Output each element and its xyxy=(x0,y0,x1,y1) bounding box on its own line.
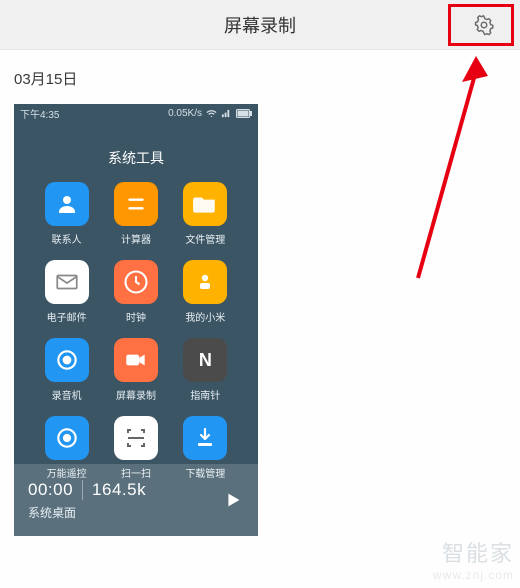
scan-icon xyxy=(114,416,158,460)
status-net-speed: 0.05K/s xyxy=(168,108,202,119)
remote-icon xyxy=(45,416,89,460)
battery-icon xyxy=(236,109,252,118)
app-grid: 联系人计算器文件管理电子邮件时钟我的小米录音机屏幕录制N指南针万能遥控扫一扫下载… xyxy=(14,182,258,480)
app-label: 联系人 xyxy=(52,231,82,246)
recording-info-bar: 00:00 164.5k 系统桌面 xyxy=(14,464,258,536)
app-folder[interactable]: 文件管理 xyxy=(175,182,236,246)
app-label: 时钟 xyxy=(126,309,146,324)
watermark-url: www.znj.com xyxy=(433,568,514,582)
n-icon: N xyxy=(183,338,227,382)
wifi-icon xyxy=(206,108,217,119)
mail-icon xyxy=(45,260,89,304)
recording-size: 164.5k xyxy=(92,480,146,500)
folder-title: 系统工具 xyxy=(14,148,258,168)
app-cam[interactable]: 屏幕录制 xyxy=(105,338,166,402)
recording-source: 系统桌面 xyxy=(28,504,146,521)
signal-icon xyxy=(221,108,232,119)
gear-icon xyxy=(473,14,495,36)
cam-icon xyxy=(114,338,158,382)
header-title: 屏幕录制 xyxy=(224,12,296,38)
date-label: 03月15日 xyxy=(0,50,520,101)
watermark-brand: 智能家 xyxy=(433,536,514,568)
phone-status-bar: 下午4:35 0.05K/s xyxy=(14,104,258,122)
calc-icon xyxy=(114,182,158,226)
app-clock[interactable]: 时钟 xyxy=(105,260,166,324)
clock-icon xyxy=(114,260,158,304)
settings-button[interactable] xyxy=(472,13,496,37)
app-label: 计算器 xyxy=(121,231,151,246)
app-mail[interactable]: 电子邮件 xyxy=(36,260,97,324)
app-header: 屏幕录制 xyxy=(0,0,520,50)
download-icon xyxy=(183,416,227,460)
app-label: 录音机 xyxy=(52,387,82,402)
recording-duration: 00:00 xyxy=(28,480,73,500)
rec-icon xyxy=(45,338,89,382)
recording-thumbnail[interactable]: 下午4:35 0.05K/s 系统工具 联系人 计算器 文件管理电子邮件 时钟 我的小米… xyxy=(14,104,258,536)
divider xyxy=(82,480,83,500)
app-contacts[interactable]: 联系人 xyxy=(36,182,97,246)
app-label: 屏幕录制 xyxy=(116,387,156,402)
status-time: 下午4:35 xyxy=(20,106,59,121)
app-label: 指南针 xyxy=(190,387,220,402)
app-rec[interactable]: 录音机 xyxy=(36,338,97,402)
app-label: 文件管理 xyxy=(185,231,225,246)
contacts-icon xyxy=(45,182,89,226)
app-mi[interactable]: 我的小米 xyxy=(175,260,236,324)
folder-icon xyxy=(183,182,227,226)
app-label: 我的小米 xyxy=(185,309,225,324)
app-n[interactable]: N 指南针 xyxy=(175,338,236,402)
app-calc[interactable]: 计算器 xyxy=(105,182,166,246)
mi-icon xyxy=(183,260,227,304)
play-icon[interactable] xyxy=(222,489,244,511)
watermark: 智能家 www.znj.com xyxy=(433,536,514,582)
app-label: 电子邮件 xyxy=(47,309,87,324)
